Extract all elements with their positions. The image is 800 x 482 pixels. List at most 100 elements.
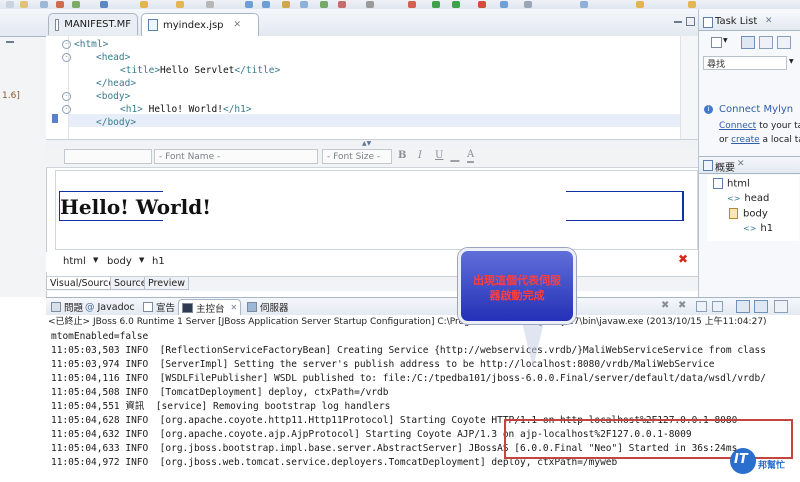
toolbar-icon[interactable]	[20, 1, 28, 8]
toolbar-icon[interactable]	[282, 1, 290, 8]
tab-label: 宣告	[156, 303, 176, 314]
breadcrumb-item-body[interactable]: body	[107, 256, 132, 267]
console-line: 11:05:04,116 INFO [WSDLFilePublisher] WS…	[51, 373, 766, 384]
toolbar-icon[interactable]	[6, 1, 14, 8]
paragraph-select[interactable]	[64, 149, 152, 164]
breadcrumb-item-html[interactable]: html	[63, 256, 86, 267]
code-line: <h1> Hello! World!</h1>	[74, 103, 252, 116]
chevron-down-icon[interactable]: ▼	[139, 256, 144, 264]
tab-declaration[interactable]: 宣告	[140, 299, 178, 315]
fold-icon[interactable]: -	[62, 53, 71, 62]
scroll-lock-icon[interactable]	[712, 301, 723, 312]
console-line: 11:05:04,551 資訊 [service] Removing boots…	[51, 401, 391, 412]
toolbar-icon[interactable]	[40, 1, 48, 8]
minimize-icon[interactable]	[674, 21, 682, 23]
task-find-input[interactable]: 尋找	[703, 56, 787, 70]
chevron-down-icon[interactable]: ▼	[723, 37, 728, 44]
tag-icon: <>	[727, 194, 741, 203]
toolbar-icon[interactable]	[245, 1, 253, 8]
underline-button[interactable]: U	[435, 150, 443, 161]
fold-icon[interactable]: -	[62, 105, 71, 114]
categorize-icon[interactable]	[759, 36, 773, 49]
selection-box-left-bottom	[59, 220, 163, 221]
callout-pointer	[522, 322, 544, 368]
font-color-icon[interactable]: A	[467, 149, 475, 163]
font-name-select[interactable]: - Font Name -	[154, 149, 318, 164]
toolbar-icon[interactable]	[636, 1, 644, 8]
split-arrows-icon[interactable]: ▲▼	[362, 140, 371, 147]
toolbar-icon[interactable]	[206, 1, 214, 8]
italic-button[interactable]: I	[418, 150, 422, 161]
toolbar-icon[interactable]	[524, 1, 532, 8]
close-icon[interactable]: ✕	[765, 16, 773, 26]
toolbar-icon[interactable]	[432, 1, 440, 8]
fold-icon[interactable]: -	[62, 40, 71, 49]
tree-node-body[interactable]: body	[729, 208, 768, 220]
console-tab-bar: 問題 @ Javadoc 宣告 主控台 ✕ 伺服器 ✖ ✖	[46, 297, 800, 317]
tab-console[interactable]: 主控台 ✕	[178, 299, 242, 315]
selection-box-left-top	[59, 191, 163, 192]
remove-all-icon[interactable]: ✖	[678, 300, 686, 311]
watermark-big: IT	[734, 452, 748, 467]
close-icon[interactable]: ✕	[234, 20, 242, 30]
toolbar-icon[interactable]	[72, 1, 80, 8]
close-icon[interactable]: ✕	[231, 303, 238, 312]
new-task-icon[interactable]	[711, 37, 722, 48]
minimize-icon[interactable]	[6, 41, 14, 43]
delete-icon[interactable]: ✖	[678, 252, 688, 266]
toolbar-icon[interactable]	[452, 1, 460, 8]
open-console-icon[interactable]	[774, 300, 788, 313]
tab-problems[interactable]: 問題	[48, 299, 86, 315]
toolbar-icon[interactable]	[56, 1, 64, 8]
create-link[interactable]: create	[731, 135, 760, 145]
toolbar-icon[interactable]	[320, 1, 328, 8]
code-line: <body>	[74, 90, 130, 103]
tab-label: 主控台	[196, 303, 225, 315]
breadcrumb-item-h1[interactable]: h1	[152, 256, 165, 267]
filter-icon[interactable]	[741, 36, 755, 49]
tab-preview[interactable]: Preview	[144, 277, 189, 290]
toolbar-icon[interactable]	[500, 1, 508, 8]
console-output[interactable]: mtomEnabled=false 11:05:03,503 INFO [Ref…	[46, 329, 800, 482]
chevron-down-icon[interactable]: ▼	[93, 256, 98, 264]
toolbar-icon[interactable]	[176, 1, 184, 8]
clear-console-icon[interactable]	[696, 301, 707, 312]
tab-javadoc[interactable]: @ Javadoc	[82, 299, 138, 315]
visual-preview[interactable]: Hello! World!	[55, 170, 698, 250]
editor-tab-bar: MANIFEST.MF myindex.jsp ✕	[46, 9, 698, 37]
connect-link[interactable]: Connect	[719, 121, 756, 131]
tab-manifest[interactable]: MANIFEST.MF	[48, 13, 138, 35]
tree-node-head[interactable]: <> head	[727, 193, 769, 204]
toolbar-icon[interactable]	[262, 1, 270, 8]
source-editor[interactable]	[46, 36, 699, 139]
highlight-pen-icon[interactable]	[449, 151, 464, 162]
toolbar-icon[interactable]	[366, 1, 374, 8]
toolbar-icon[interactable]	[140, 1, 148, 8]
tree-node-h1[interactable]: <> h1	[743, 223, 773, 234]
tab-visual-source[interactable]: Visual/Source	[46, 277, 119, 290]
collapse-icon[interactable]	[777, 36, 791, 49]
close-icon[interactable]: ✕	[737, 159, 745, 169]
toolbar-icon[interactable]	[300, 1, 308, 8]
toolbar-icon[interactable]	[100, 1, 108, 8]
bold-button[interactable]: B	[398, 150, 406, 161]
chevron-down-icon[interactable]: ▼	[789, 58, 794, 65]
tab-servers[interactable]: 伺服器	[244, 299, 292, 315]
toolbar-icon[interactable]	[580, 1, 588, 8]
fold-icon[interactable]: -	[62, 92, 71, 101]
toolbar-icon[interactable]	[478, 1, 486, 8]
toolbar-icon[interactable]	[688, 1, 696, 8]
jsp-file-icon	[148, 19, 158, 31]
editor-scrollbar[interactable]	[680, 36, 699, 139]
display-console-icon[interactable]	[754, 300, 768, 313]
pin-console-icon[interactable]	[736, 300, 750, 313]
breadcrumb: html ▼ body ▼ h1 ✖	[46, 252, 698, 272]
tree-node-html[interactable]: html	[713, 178, 750, 190]
remove-launch-icon[interactable]: ✖	[661, 300, 669, 311]
toolbar-icon[interactable]	[338, 1, 346, 8]
tab-myindex[interactable]: myindex.jsp ✕	[141, 13, 259, 36]
font-size-select[interactable]: - Font Size -	[322, 149, 392, 164]
toolbar-icon[interactable]	[408, 1, 416, 8]
task-list-icon	[703, 17, 713, 28]
maximize-icon[interactable]	[686, 17, 695, 26]
